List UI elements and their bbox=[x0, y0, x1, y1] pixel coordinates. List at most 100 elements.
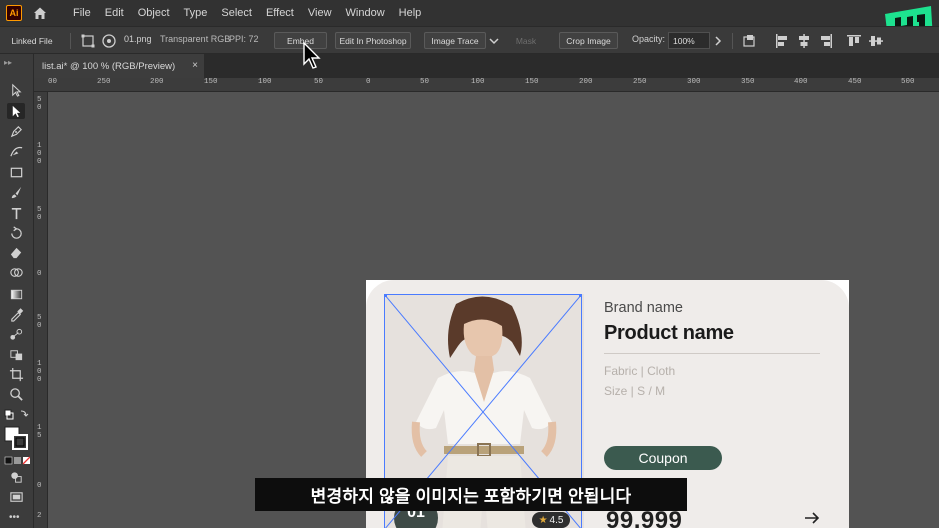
ruler-tick: 0 bbox=[37, 322, 42, 330]
ruler-tick: 350 bbox=[741, 78, 755, 86]
home-icon[interactable] bbox=[32, 5, 48, 21]
paintbrush-tool-icon[interactable] bbox=[7, 184, 25, 200]
blend-tool-icon[interactable] bbox=[7, 326, 25, 342]
separator bbox=[732, 33, 733, 49]
size-info: Size | S / M bbox=[604, 384, 666, 398]
ppi-label: PPI: 72 bbox=[229, 34, 259, 44]
ruler-tick: 450 bbox=[848, 78, 862, 86]
ruler-tick: 1 bbox=[37, 142, 42, 150]
ruler-tick: 250 bbox=[97, 78, 111, 86]
app-logo: Ai bbox=[6, 5, 22, 21]
ruler-tick: 100 bbox=[258, 78, 272, 86]
ruler-tick: 300 bbox=[687, 78, 701, 86]
ruler-tick: 1 bbox=[37, 360, 42, 368]
ruler-tick: 0 bbox=[366, 78, 371, 86]
chevron-down-icon[interactable] bbox=[486, 33, 502, 49]
ruler-tick: 0 bbox=[37, 368, 42, 376]
align-middle-icon[interactable] bbox=[868, 33, 884, 49]
align-center-icon[interactable] bbox=[796, 33, 812, 49]
align-right-icon[interactable] bbox=[818, 33, 834, 49]
ruler-tick: 0 bbox=[37, 270, 42, 278]
rotate-tool-icon[interactable] bbox=[7, 225, 25, 241]
menu-file[interactable]: File bbox=[66, 7, 98, 19]
ruler-tick: 50 bbox=[314, 78, 324, 86]
document-tab-title: list.ai* @ 100 % (RGB/Preview) bbox=[42, 60, 176, 72]
coupon-button[interactable]: Coupon bbox=[604, 446, 722, 470]
ruler-tick: 0 bbox=[37, 482, 42, 490]
gradient-tool-icon[interactable] bbox=[7, 286, 25, 302]
ruler-tick: 200 bbox=[150, 78, 164, 86]
selection-tool-icon[interactable] bbox=[7, 82, 25, 98]
video-subtitle: 변경하지 않을 이미지는 포함하기면 안됩니다 bbox=[255, 478, 687, 511]
eraser-tool-icon[interactable] bbox=[7, 244, 25, 260]
opacity-input[interactable]: 100% bbox=[668, 32, 710, 49]
linked-file-link[interactable]: Linked File bbox=[4, 32, 60, 49]
align-to-icon[interactable] bbox=[742, 33, 758, 49]
menu-edit[interactable]: Edit bbox=[98, 7, 131, 19]
crop-image-button[interactable]: Crop Image bbox=[559, 32, 618, 49]
filename-label: 01.png bbox=[124, 34, 152, 44]
symbol-sprayer-tool-icon[interactable] bbox=[7, 346, 25, 362]
pen-tool-icon[interactable] bbox=[7, 123, 25, 139]
ruler-tick: 5 bbox=[37, 96, 42, 104]
ruler-tick: 0 bbox=[37, 376, 42, 384]
ruler-tick: 5 bbox=[37, 432, 42, 440]
menu-type[interactable]: Type bbox=[177, 7, 215, 19]
opacity-label: Opacity: bbox=[632, 34, 666, 44]
ruler-tick: 150 bbox=[204, 78, 218, 86]
shape-builder-tool-icon[interactable] bbox=[7, 264, 25, 280]
ruler-tick: 0 bbox=[37, 104, 42, 112]
menu-items: File Edit Object Type Select Effect View… bbox=[66, 0, 428, 26]
menu-bar: Ai File Edit Object Type Select Effect V… bbox=[0, 0, 939, 48]
document-tab-bar: list.ai* @ 100 % (RGB/Preview) × bbox=[34, 54, 939, 78]
ruler-tick: 2 bbox=[37, 512, 42, 520]
direct-selection-tool-icon[interactable] bbox=[7, 103, 25, 119]
fill-stroke-swatch[interactable] bbox=[4, 426, 30, 452]
ruler-tick: 0 bbox=[37, 150, 42, 158]
ruler-tick: 200 bbox=[579, 78, 593, 86]
panel-grip-icon[interactable]: ▸▸ bbox=[4, 58, 12, 67]
ruler-tick: 0 bbox=[37, 214, 42, 222]
color-mode-icons[interactable] bbox=[4, 456, 30, 466]
image-trace-button[interactable]: Image Trace bbox=[424, 32, 486, 49]
more-tools-icon[interactable]: ••• bbox=[9, 512, 20, 523]
ruler-tick: 250 bbox=[633, 78, 647, 86]
zoom-tool-icon[interactable] bbox=[7, 386, 25, 402]
artboard-tool-icon[interactable] bbox=[7, 366, 25, 382]
type-tool-icon[interactable] bbox=[7, 205, 25, 221]
menu-view[interactable]: View bbox=[301, 7, 339, 19]
screen-mode-icon[interactable] bbox=[7, 489, 25, 505]
menu-window[interactable]: Window bbox=[339, 7, 392, 19]
ruler-tick: 5 bbox=[37, 206, 42, 214]
edit-in-photoshop-button[interactable]: Edit In Photoshop bbox=[335, 32, 411, 49]
vertical-ruler[interactable]: 5 0 1 0 0 5 0 0 5 0 1 0 0 1 5 0 2 bbox=[34, 92, 48, 528]
align-left-icon[interactable] bbox=[774, 33, 790, 49]
transform-icon[interactable] bbox=[80, 33, 96, 49]
draw-mode-icon[interactable] bbox=[7, 469, 25, 485]
ruler-tick: 400 bbox=[794, 78, 808, 86]
document-tab[interactable]: list.ai* @ 100 % (RGB/Preview) × bbox=[34, 54, 204, 78]
menu-select[interactable]: Select bbox=[214, 7, 259, 19]
chevron-right-icon[interactable] bbox=[710, 33, 726, 49]
product-name: Product name bbox=[604, 322, 734, 344]
arrow-right-icon[interactable] bbox=[804, 512, 820, 524]
close-tab-icon[interactable]: × bbox=[192, 60, 198, 71]
menu-help[interactable]: Help bbox=[392, 7, 429, 19]
brand-name: Brand name bbox=[604, 300, 683, 316]
ruler-tick: 0 bbox=[37, 158, 42, 166]
ruler-tick: 5 bbox=[37, 314, 42, 322]
separator bbox=[70, 33, 71, 49]
control-bar: Linked File 01.png Transparent RGB PPI: … bbox=[0, 26, 939, 54]
eyedropper-tool-icon[interactable] bbox=[7, 306, 25, 322]
rectangle-tool-icon[interactable] bbox=[7, 164, 25, 180]
menu-object[interactable]: Object bbox=[131, 7, 177, 19]
swap-fill-stroke-icon[interactable] bbox=[4, 408, 30, 422]
menu-effect[interactable]: Effect bbox=[259, 7, 301, 19]
mouse-cursor-icon bbox=[303, 42, 321, 69]
align-top-icon[interactable] bbox=[846, 33, 862, 49]
curvature-tool-icon[interactable] bbox=[7, 143, 25, 159]
mask-button[interactable]: Mask bbox=[508, 32, 544, 49]
reference-point-icon[interactable] bbox=[101, 33, 117, 49]
ruler-tick: 150 bbox=[525, 78, 539, 86]
horizontal-ruler[interactable]: 00 250 200 150 100 50 0 50 100 150 200 2… bbox=[34, 78, 939, 92]
